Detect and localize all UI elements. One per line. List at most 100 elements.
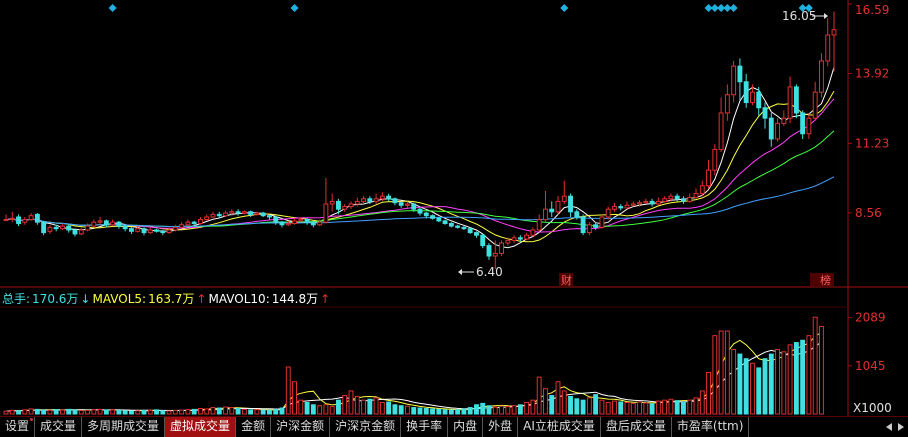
- candle[interactable]: [580, 214, 586, 236]
- volume-bar[interactable]: [141, 410, 147, 415]
- candle[interactable]: [731, 60, 737, 103]
- finance-marker[interactable]: 财: [561, 273, 572, 287]
- candle[interactable]: [618, 203, 624, 211]
- volume-bar[interactable]: [812, 316, 818, 415]
- volume-bar[interactable]: [655, 400, 661, 415]
- candle[interactable]: [28, 213, 34, 221]
- volume-bar[interactable]: [66, 408, 72, 415]
- candle[interactable]: [693, 188, 699, 199]
- volume-bar[interactable]: [555, 381, 561, 415]
- volume-bar[interactable]: [423, 407, 429, 415]
- volume-bar[interactable]: [448, 409, 454, 415]
- candle[interactable]: [354, 197, 360, 207]
- volume-bar[interactable]: [706, 372, 711, 415]
- tab-multi-period-volume[interactable]: 多周期成交量: [82, 417, 166, 437]
- volume-bar[interactable]: [361, 399, 366, 415]
- candle[interactable]: [223, 210, 228, 217]
- volume-bar[interactable]: [103, 409, 109, 415]
- volume-bar[interactable]: [775, 348, 780, 415]
- volume-bar[interactable]: [693, 397, 699, 415]
- candle[interactable]: [825, 18, 831, 67]
- candle[interactable]: [662, 196, 668, 203]
- volume-bar[interactable]: [681, 401, 686, 415]
- volume-bar[interactable]: [750, 362, 755, 415]
- candle[interactable]: [361, 196, 366, 204]
- volume-bar[interactable]: [430, 408, 435, 415]
- candle[interactable]: [787, 76, 793, 124]
- volume-bar[interactable]: [379, 401, 385, 415]
- candle[interactable]: [72, 228, 78, 237]
- tab-sh-sz-bj-amount[interactable]: 沪深京金额: [330, 417, 402, 437]
- volume-bar[interactable]: [204, 408, 210, 415]
- volume-bar[interactable]: [185, 409, 191, 415]
- volume-bar[interactable]: [649, 403, 655, 415]
- candle[interactable]: [179, 222, 185, 229]
- candle[interactable]: [442, 219, 448, 225]
- candle[interactable]: [781, 110, 787, 126]
- candle[interactable]: [649, 198, 655, 207]
- candle[interactable]: [511, 235, 517, 243]
- candle[interactable]: [831, 11, 837, 72]
- candle[interactable]: [47, 224, 53, 234]
- volume-bar[interactable]: [129, 410, 134, 415]
- candle[interactable]: [66, 224, 72, 233]
- candle[interactable]: [235, 209, 241, 216]
- volume-bar[interactable]: [398, 405, 404, 415]
- candle[interactable]: [681, 196, 686, 204]
- candle[interactable]: [198, 216, 203, 225]
- tab-inner-volume[interactable]: 内盘: [448, 417, 484, 437]
- volume-bar[interactable]: [561, 390, 567, 415]
- candle[interactable]: [737, 58, 743, 100]
- candle[interactable]: [386, 193, 392, 202]
- volume-bar[interactable]: [737, 353, 743, 415]
- candle[interactable]: [172, 224, 178, 232]
- tab-settings[interactable]: 设置: [0, 417, 36, 437]
- volume-bar[interactable]: [530, 399, 536, 415]
- candle[interactable]: [530, 227, 536, 237]
- volume-bar[interactable]: [756, 367, 762, 415]
- candle[interactable]: [448, 222, 454, 228]
- candle[interactable]: [461, 226, 467, 230]
- candle[interactable]: [348, 201, 354, 210]
- candle[interactable]: [568, 193, 573, 217]
- candle[interactable]: [743, 73, 749, 108]
- volume-bar[interactable]: [549, 395, 555, 415]
- scroll-right-icon[interactable]: [898, 423, 904, 431]
- candle[interactable]: [699, 180, 705, 197]
- candle[interactable]: [78, 227, 84, 236]
- volume-bar[interactable]: [505, 406, 511, 415]
- candle[interactable]: [762, 102, 768, 129]
- volume-bar[interactable]: [467, 407, 473, 415]
- volume-bar[interactable]: [198, 407, 203, 415]
- volume-bar[interactable]: [323, 404, 329, 415]
- candle[interactable]: [97, 216, 103, 225]
- candle[interactable]: [712, 144, 718, 176]
- volume-bar[interactable]: [135, 410, 141, 415]
- candle[interactable]: [474, 231, 479, 238]
- volume-bar[interactable]: [248, 409, 254, 415]
- candle[interactable]: [147, 227, 153, 234]
- volume-bar[interactable]: [511, 405, 517, 415]
- signal-diamond-icon[interactable]: [108, 4, 117, 12]
- volume-bar[interactable]: [273, 408, 279, 415]
- volume-bar[interactable]: [762, 358, 768, 415]
- candle[interactable]: [398, 201, 404, 208]
- volume-bar[interactable]: [643, 402, 649, 415]
- tab-outer-volume[interactable]: 外盘: [483, 417, 519, 437]
- tab-sh-sz-amount[interactable]: 沪深金额: [271, 417, 331, 437]
- volume-bar[interactable]: [41, 409, 47, 415]
- candle[interactable]: [775, 118, 780, 142]
- signal-diamond-icon[interactable]: [560, 4, 569, 12]
- candle[interactable]: [110, 219, 116, 227]
- candle[interactable]: [724, 84, 730, 121]
- candle[interactable]: [819, 53, 824, 98]
- volume-bar[interactable]: [28, 408, 34, 415]
- volume-bar[interactable]: [800, 339, 806, 415]
- candle[interactable]: [499, 240, 504, 256]
- volume-bar[interactable]: [787, 344, 793, 415]
- candle[interactable]: [41, 220, 47, 236]
- candle[interactable]: [103, 219, 109, 228]
- candle[interactable]: [524, 232, 530, 241]
- candle[interactable]: [612, 202, 617, 212]
- tab-amount[interactable]: 金额: [236, 417, 272, 437]
